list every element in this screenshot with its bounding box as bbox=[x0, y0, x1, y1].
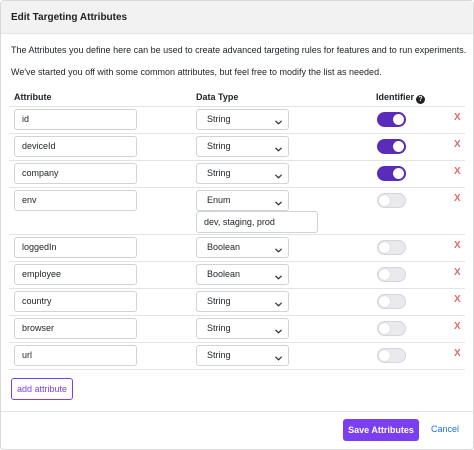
chevron-down-icon bbox=[274, 324, 283, 334]
toggle-knob bbox=[393, 168, 404, 179]
close-icon[interactable]: X bbox=[454, 267, 461, 278]
data-type-value: String bbox=[207, 323, 231, 333]
row-divider bbox=[9, 288, 465, 289]
intro-text-2: We've started you off with some common a… bbox=[11, 67, 382, 77]
data-type-select[interactable]: String bbox=[196, 163, 289, 184]
close-icon[interactable]: X bbox=[454, 294, 461, 305]
chevron-down-icon bbox=[274, 142, 283, 152]
attribute-name-input[interactable]: employee bbox=[14, 264, 137, 285]
data-type-value: Enum bbox=[207, 195, 231, 205]
add-attribute-button[interactable]: add attribute bbox=[11, 378, 73, 400]
edit-targeting-attributes-modal: Edit Targeting Attributes The Attributes… bbox=[0, 0, 474, 450]
identifier-toggle[interactable] bbox=[377, 321, 406, 336]
enum-values-text: dev, staging, prod bbox=[204, 217, 275, 227]
close-icon[interactable]: X bbox=[454, 139, 461, 150]
toggle-knob bbox=[379, 296, 390, 307]
chevron-down-icon bbox=[274, 196, 283, 206]
identifier-toggle[interactable] bbox=[377, 166, 406, 181]
row-divider bbox=[9, 369, 465, 370]
data-type-value: String bbox=[207, 350, 231, 360]
close-icon[interactable]: X bbox=[454, 348, 461, 359]
header-divider bbox=[9, 106, 465, 107]
header-identifier-label: Identifier bbox=[376, 92, 415, 102]
enum-values-textarea[interactable]: dev, staging, prod bbox=[196, 211, 318, 233]
attribute-name-input[interactable]: company bbox=[14, 163, 137, 184]
toggle-knob bbox=[379, 350, 390, 361]
row-divider bbox=[9, 187, 465, 188]
identifier-toggle[interactable] bbox=[377, 348, 406, 363]
data-type-select[interactable]: Boolean bbox=[196, 237, 289, 258]
data-type-select[interactable]: String bbox=[196, 318, 289, 339]
row-divider bbox=[9, 342, 465, 343]
close-icon[interactable]: X bbox=[454, 240, 461, 251]
close-icon[interactable]: X bbox=[454, 321, 461, 332]
toggle-knob bbox=[379, 195, 390, 206]
attribute-name-input[interactable]: env bbox=[14, 190, 137, 211]
intro-text-1: The Attributes you define here can be us… bbox=[11, 45, 467, 55]
data-type-value: String bbox=[207, 141, 231, 151]
resize-grip-icon[interactable] bbox=[310, 225, 316, 231]
attribute-name-input[interactable]: deviceId bbox=[14, 136, 137, 157]
data-type-select[interactable]: String bbox=[196, 345, 289, 366]
row-divider bbox=[9, 234, 465, 235]
header-identifier: Identifier? bbox=[376, 92, 426, 104]
save-attributes-button[interactable]: Save Attributes bbox=[343, 419, 419, 441]
data-type-value: String bbox=[207, 114, 231, 124]
data-type-select[interactable]: Boolean bbox=[196, 264, 289, 285]
data-type-value: Boolean bbox=[207, 242, 241, 252]
close-icon[interactable]: X bbox=[454, 112, 461, 123]
identifier-toggle[interactable] bbox=[377, 193, 406, 208]
cancel-button[interactable]: Cancel bbox=[431, 424, 459, 434]
chevron-down-icon bbox=[274, 351, 283, 361]
toggle-knob bbox=[379, 323, 390, 334]
attribute-name-input[interactable]: loggedIn bbox=[14, 237, 137, 258]
modal-header: Edit Targeting Attributes bbox=[1, 1, 473, 34]
row-divider bbox=[9, 315, 465, 316]
data-type-select[interactable]: Enum bbox=[196, 190, 289, 211]
row-divider bbox=[9, 160, 465, 161]
header-data-type: Data Type bbox=[196, 92, 239, 102]
attribute-name-input[interactable]: browser bbox=[14, 318, 137, 339]
toggle-knob bbox=[379, 242, 390, 253]
identifier-toggle[interactable] bbox=[377, 139, 406, 154]
data-type-value: String bbox=[207, 168, 231, 178]
data-type-select[interactable]: String bbox=[196, 109, 289, 130]
data-type-value: Boolean bbox=[207, 269, 241, 279]
header-attribute: Attribute bbox=[14, 92, 52, 102]
chevron-down-icon bbox=[274, 297, 283, 307]
row-divider bbox=[9, 133, 465, 134]
modal-title: Edit Targeting Attributes bbox=[11, 12, 128, 23]
row-divider bbox=[9, 261, 465, 262]
identifier-toggle[interactable] bbox=[377, 240, 406, 255]
toggle-knob bbox=[393, 141, 404, 152]
close-icon[interactable]: X bbox=[454, 166, 461, 177]
chevron-down-icon bbox=[274, 115, 283, 125]
chevron-down-icon bbox=[274, 270, 283, 280]
chevron-down-icon bbox=[274, 169, 283, 179]
toggle-knob bbox=[393, 114, 404, 125]
identifier-toggle[interactable] bbox=[377, 112, 406, 127]
attribute-name-input[interactable]: id bbox=[14, 109, 137, 130]
close-icon[interactable]: X bbox=[454, 193, 461, 204]
question-circle-icon[interactable]: ? bbox=[416, 95, 426, 104]
chevron-down-icon bbox=[274, 243, 283, 253]
toggle-knob bbox=[379, 269, 390, 280]
footer-divider bbox=[1, 411, 473, 412]
data-type-select[interactable]: String bbox=[196, 136, 289, 157]
identifier-toggle[interactable] bbox=[377, 294, 406, 309]
identifier-toggle[interactable] bbox=[377, 267, 406, 282]
data-type-value: String bbox=[207, 296, 231, 306]
data-type-select[interactable]: String bbox=[196, 291, 289, 312]
attribute-name-input[interactable]: url bbox=[14, 345, 137, 366]
attribute-name-input[interactable]: country bbox=[14, 291, 137, 312]
